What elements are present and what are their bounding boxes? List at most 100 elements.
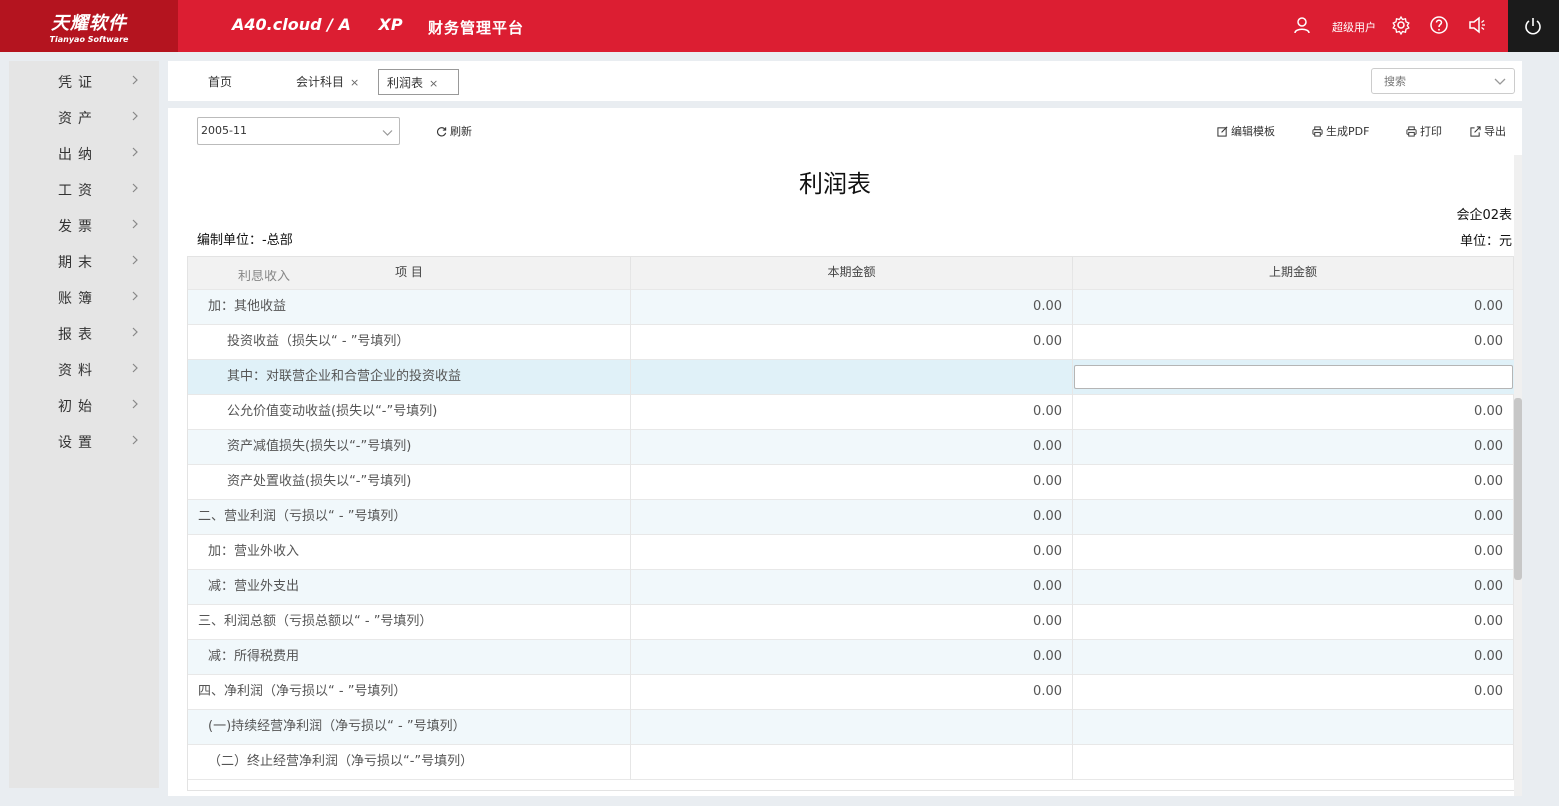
org-label: 编制单位：-总部 bbox=[197, 233, 293, 248]
sidebar-item[interactable]: 发票 bbox=[9, 207, 159, 243]
row-current[interactable] bbox=[631, 710, 1073, 745]
report-panel: 2005-11 刷新 编辑模板 生成PDF 打印 导出 利润表 会企02表 编制… bbox=[168, 108, 1522, 796]
chevron-down-icon[interactable] bbox=[382, 128, 393, 137]
row-current[interactable]: 0.00 bbox=[631, 430, 1073, 465]
sidebar-item[interactable]: 凭证 bbox=[9, 63, 159, 99]
search-box[interactable] bbox=[1371, 68, 1515, 94]
row-previous[interactable]: 0.00 bbox=[1073, 675, 1514, 710]
row-item: 公允价值变动收益(损失以“-”号填列) bbox=[188, 395, 631, 430]
row-item: 资产减值损失(损失以“-”号填列) bbox=[188, 430, 631, 465]
help-icon[interactable] bbox=[1429, 15, 1449, 35]
logo-subtext: Tianyao Software bbox=[49, 35, 129, 44]
row-previous[interactable]: 0.00 bbox=[1073, 325, 1514, 360]
row-item: 二、营业利润（亏损以“ - ”号填列） bbox=[188, 500, 631, 535]
edit-template-button[interactable]: 编辑模板 bbox=[1217, 123, 1275, 139]
power-icon[interactable] bbox=[1523, 16, 1543, 36]
chevron-right-icon bbox=[132, 183, 138, 193]
platform-title: 财务管理平台 bbox=[428, 19, 525, 37]
period-select[interactable]: 2005-11 bbox=[197, 117, 400, 145]
sidebar-item[interactable]: 期末 bbox=[9, 243, 159, 279]
chevron-down-icon[interactable] bbox=[1494, 76, 1506, 86]
row-current[interactable]: 0.00 bbox=[631, 570, 1073, 605]
sidebar-item[interactable]: 工资 bbox=[9, 171, 159, 207]
sidebar-item[interactable]: 资料 bbox=[9, 351, 159, 387]
table-row: 减：所得税费用 0.00 0.00 bbox=[188, 640, 1514, 675]
row-item: 减：营业外支出 bbox=[188, 570, 631, 605]
volume-icon[interactable] bbox=[1467, 15, 1487, 35]
row-item: 加：营业外收入 bbox=[188, 535, 631, 570]
row-previous[interactable]: 0.00 bbox=[1073, 430, 1514, 465]
tab-accounts[interactable]: 会计科目 × bbox=[296, 69, 359, 95]
row-previous[interactable]: 0.00 bbox=[1073, 465, 1514, 500]
chevron-right-icon bbox=[132, 435, 138, 445]
edit-template-label: 编辑模板 bbox=[1231, 125, 1275, 138]
sidebar-item[interactable]: 报表 bbox=[9, 315, 159, 351]
row-previous[interactable]: 0.00 bbox=[1073, 500, 1514, 535]
row-item: 四、净利润（净亏损以“ - ”号填列） bbox=[188, 675, 631, 710]
tab-income-statement[interactable]: 利润表 × bbox=[378, 69, 459, 95]
row-current[interactable]: 0.00 bbox=[631, 675, 1073, 710]
row-previous[interactable]: 0.00 bbox=[1073, 570, 1514, 605]
user-icon[interactable] bbox=[1292, 15, 1312, 35]
edit-icon bbox=[1217, 126, 1228, 137]
sidebar-item[interactable]: 初始 bbox=[9, 387, 159, 423]
search-input[interactable] bbox=[1384, 69, 1494, 93]
row-current[interactable]: 0.00 bbox=[631, 640, 1073, 675]
chevron-right-icon bbox=[132, 399, 138, 409]
row-current[interactable] bbox=[631, 745, 1073, 780]
row-previous[interactable] bbox=[1073, 745, 1514, 780]
tab-bar: 首页 会计科目 × 利润表 × bbox=[168, 61, 1522, 101]
close-icon[interactable]: × bbox=[429, 77, 438, 90]
sidebar-item-label: 资料 bbox=[58, 363, 98, 379]
sidebar-item[interactable]: 账簿 bbox=[9, 279, 159, 315]
row-current[interactable]: 0.00 bbox=[631, 500, 1073, 535]
row-current[interactable]: 0.00 bbox=[631, 465, 1073, 500]
chevron-right-icon bbox=[132, 219, 138, 229]
table-row: 四、净利润（净亏损以“ - ”号填列） 0.00 0.00 bbox=[188, 675, 1514, 710]
chevron-right-icon bbox=[132, 75, 138, 85]
chevron-right-icon bbox=[132, 363, 138, 373]
print-label: 打印 bbox=[1420, 125, 1442, 138]
refresh-button[interactable]: 刷新 bbox=[436, 123, 472, 139]
scrollbar-thumb[interactable] bbox=[1514, 398, 1522, 580]
table-row: 三、利润总额（亏损总额以“ - ”号填列） 0.00 0.00 bbox=[188, 605, 1514, 640]
printer-icon bbox=[1406, 125, 1417, 137]
row-previous[interactable] bbox=[1073, 710, 1514, 745]
export-button[interactable]: 导出 bbox=[1470, 123, 1506, 139]
row-current[interactable]: 0.00 bbox=[631, 290, 1073, 325]
form-number: 会企02表 bbox=[1456, 208, 1512, 223]
user-name[interactable]: 超级用户 bbox=[1332, 19, 1376, 35]
print-button[interactable]: 打印 bbox=[1406, 123, 1442, 139]
row-current[interactable]: 0.00 bbox=[631, 395, 1073, 430]
row-item: 三、利润总额（亏损总额以“ - ”号填列） bbox=[188, 605, 631, 640]
report-table: 项 目 本期金额 上期金额 利息收入 加：其他收益 0.00 0.00 投资收益（损失… bbox=[187, 256, 1522, 791]
previous-amount-input[interactable] bbox=[1074, 365, 1513, 389]
sidebar-item[interactable]: 资产 bbox=[9, 99, 159, 135]
row-current[interactable]: 0.00 bbox=[631, 535, 1073, 570]
table-row-partial: 利息收入 bbox=[188, 270, 1514, 290]
row-previous[interactable]: 0.00 bbox=[1073, 535, 1514, 570]
tab-home[interactable]: 首页 bbox=[208, 69, 232, 95]
sidebar-item[interactable]: 出纳 bbox=[9, 135, 159, 171]
table-row: 加：其他收益 0.00 0.00 bbox=[188, 290, 1514, 325]
row-item: 利息收入 bbox=[188, 270, 631, 290]
close-icon[interactable]: × bbox=[350, 76, 359, 89]
row-item: 资产处置收益(损失以“-”号填列) bbox=[188, 465, 631, 500]
row-current[interactable]: 0.00 bbox=[631, 325, 1073, 360]
row-previous[interactable]: 0.00 bbox=[1073, 640, 1514, 675]
row-previous[interactable]: 0.00 bbox=[1073, 395, 1514, 430]
logout-area[interactable] bbox=[1508, 0, 1559, 52]
generate-pdf-button[interactable]: 生成PDF bbox=[1312, 123, 1369, 139]
row-previous bbox=[1073, 270, 1514, 290]
row-previous[interactable]: 0.00 bbox=[1073, 290, 1514, 325]
sidebar-item[interactable]: 设置 bbox=[9, 423, 159, 459]
logo[interactable]: 天耀软件 Tianyao Software bbox=[0, 0, 178, 52]
row-item: （二）终止经营净利润（净亏损以“-”号填列） bbox=[188, 745, 631, 780]
table-row: 公允价值变动收益(损失以“-”号填列) 0.00 0.00 bbox=[188, 395, 1514, 430]
row-previous[interactable]: 0.00 bbox=[1073, 605, 1514, 640]
table-row: 减：营业外支出 0.00 0.00 bbox=[188, 570, 1514, 605]
row-item: 减：所得税费用 bbox=[188, 640, 631, 675]
row-current[interactable]: 0.00 bbox=[631, 605, 1073, 640]
gear-icon[interactable] bbox=[1391, 15, 1411, 35]
row-current[interactable] bbox=[631, 360, 1073, 395]
